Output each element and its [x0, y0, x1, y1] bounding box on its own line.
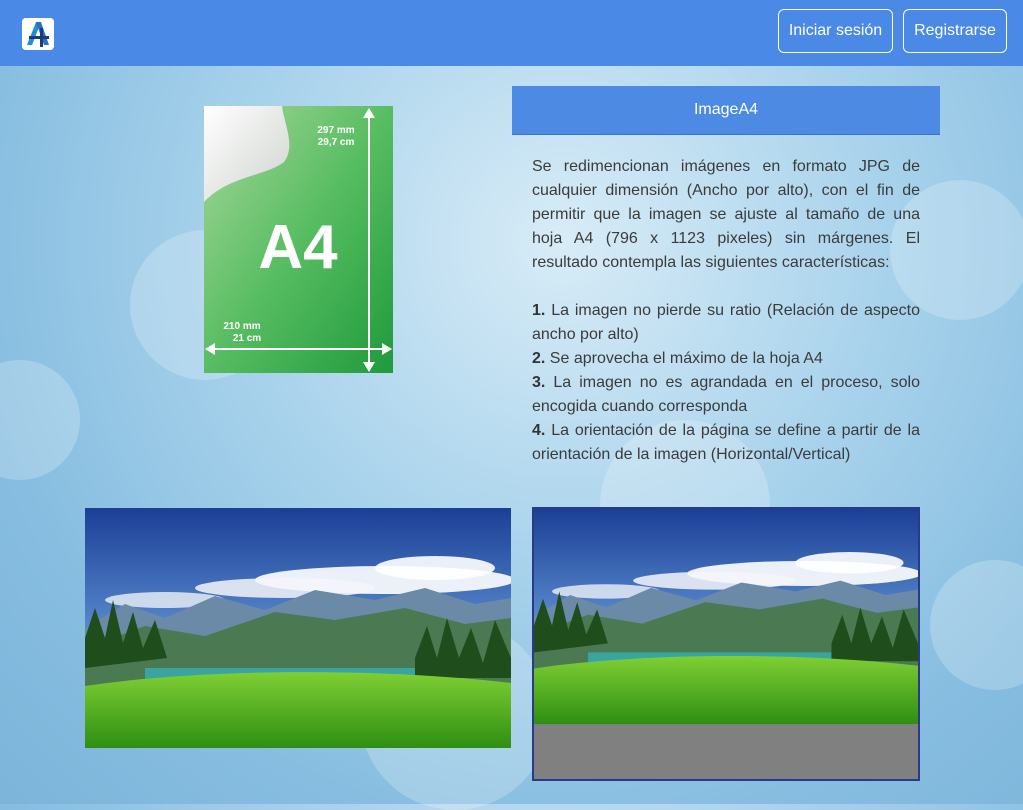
register-button[interactable]: Registrarse [903, 9, 1007, 53]
background-bokeh [0, 360, 80, 480]
logo[interactable] [22, 18, 54, 50]
background-bokeh [930, 560, 1023, 690]
navbar: Iniciar sesión Registrarse [0, 0, 1023, 66]
description: Se redimencionan imágenes en formato JPG… [532, 155, 920, 467]
intro-text: Se redimencionan imágenes en formato JPG… [532, 158, 920, 271]
feature-number: 4. [532, 422, 546, 439]
width-mm-label: 210 mm [223, 321, 260, 332]
a4-logo-icon [22, 18, 54, 50]
feature-item: 2. Se aprovecha el máximo de la hoja A4 [532, 347, 920, 371]
width-cm-label: 21 cm [233, 333, 261, 344]
feature-number: 2. [532, 350, 546, 367]
feature-item: 3. La imagen no es agrandada en el proce… [532, 371, 920, 419]
feature-text: La imagen no es agrandada en el proceso,… [532, 374, 921, 415]
result-preview [532, 507, 920, 781]
feature-text: La imagen no pierde su ratio (Relación d… [532, 302, 920, 343]
height-cm-label: 29,7 cm [318, 137, 355, 148]
feature-item: 4. La orientación de la página se define… [532, 419, 920, 467]
height-mm-label: 297 mm [317, 125, 354, 136]
feature-text: Se aprovecha el máximo de la hoja A4 [549, 350, 823, 367]
feature-number: 1. [532, 302, 546, 319]
feature-item: 1. La imagen no pierde su ratio (Relació… [532, 299, 920, 347]
result-image [534, 509, 918, 724]
original-image [85, 508, 511, 748]
feature-text: La orientación de la página se define a … [532, 422, 920, 463]
feature-number: 3. [532, 374, 546, 391]
login-button[interactable]: Iniciar sesión [778, 9, 893, 53]
a4-label: A4 [258, 213, 338, 282]
a4-sheet-illustration: A4 297 mm 29,7 cm 210 mm 21 cm [204, 106, 393, 373]
panel-title: ImageA4 [512, 86, 940, 135]
